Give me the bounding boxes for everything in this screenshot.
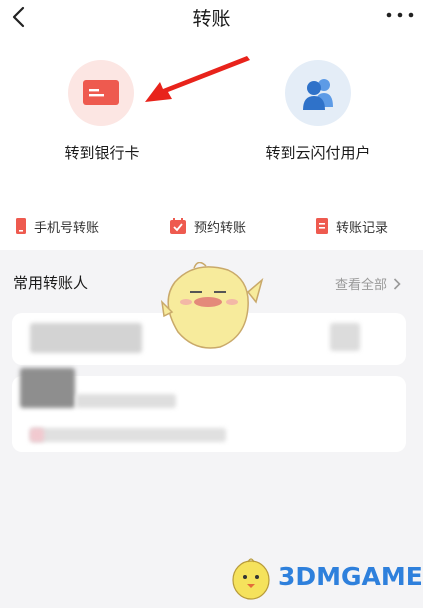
redacted-avatar bbox=[20, 368, 75, 408]
phone-transfer-label: 手机号转账 bbox=[34, 220, 100, 236]
scheduled-transfer-label: 预约转账 bbox=[194, 220, 247, 236]
chevron-right-icon bbox=[393, 277, 401, 290]
watermark-3dmgame: 3DMGAME bbox=[228, 552, 423, 604]
redacted-tag bbox=[30, 428, 44, 442]
view-all-link[interactable]: 查看全部 bbox=[335, 274, 401, 293]
mascot-chick-sticker bbox=[160, 262, 264, 349]
document-icon bbox=[316, 218, 328, 234]
payee-card[interactable] bbox=[12, 368, 406, 452]
redacted-account bbox=[30, 428, 226, 442]
frequent-payees-title: 常用转账人 bbox=[13, 274, 89, 292]
phone-icon bbox=[16, 218, 26, 234]
watermark-text: 3DMGAME bbox=[278, 562, 423, 591]
calendar-icon bbox=[170, 218, 186, 234]
view-all-label: 查看全部 bbox=[334, 278, 387, 293]
transfer-record-button[interactable]: 转账记录 bbox=[316, 216, 388, 236]
redacted-detail bbox=[330, 323, 360, 351]
watermark-chick-logo bbox=[232, 558, 270, 600]
quick-actions-bar: 手机号转账 预约转账 转账记录 bbox=[0, 208, 423, 244]
transfer-record-label: 转账记录 bbox=[336, 220, 389, 236]
phone-transfer-button[interactable]: 手机号转账 bbox=[16, 216, 99, 236]
scheduled-transfer-button[interactable]: 预约转账 bbox=[170, 216, 246, 236]
redacted-name bbox=[30, 323, 142, 353]
redacted-name bbox=[76, 394, 176, 408]
